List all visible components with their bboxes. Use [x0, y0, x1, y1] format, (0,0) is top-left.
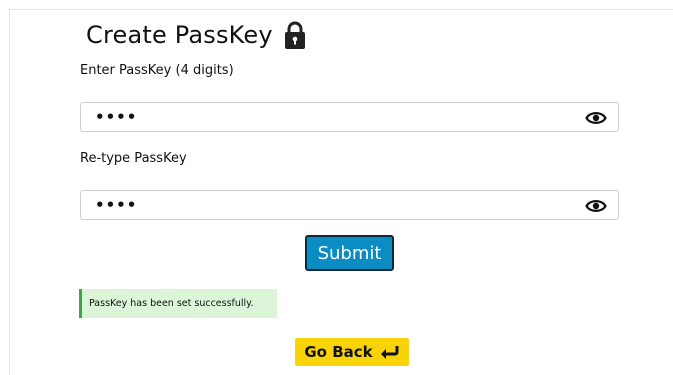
passkey-label: Enter PassKey (4 digits): [80, 63, 234, 78]
go-back-button[interactable]: Go Back: [295, 338, 409, 366]
eye-icon[interactable]: [585, 110, 607, 126]
success-message-text: PassKey has been set successfully.: [89, 298, 254, 309]
passkey-field[interactable]: ••••: [80, 102, 619, 132]
submit-button[interactable]: Submit: [305, 235, 394, 271]
retype-passkey-field[interactable]: ••••: [80, 190, 619, 220]
retype-masked-value: ••••: [95, 196, 138, 214]
success-message: PassKey has been set successfully.: [79, 289, 277, 318]
title-row: Create PassKey: [86, 20, 307, 50]
eye-icon[interactable]: [585, 198, 607, 214]
page-title: Create PassKey: [86, 21, 273, 49]
passkey-masked-value: ••••: [95, 108, 138, 126]
return-arrow-icon: [380, 346, 399, 359]
lock-icon: [284, 21, 305, 49]
retype-label: Re-type PassKey: [80, 151, 187, 166]
go-back-label: Go Back: [304, 343, 373, 361]
